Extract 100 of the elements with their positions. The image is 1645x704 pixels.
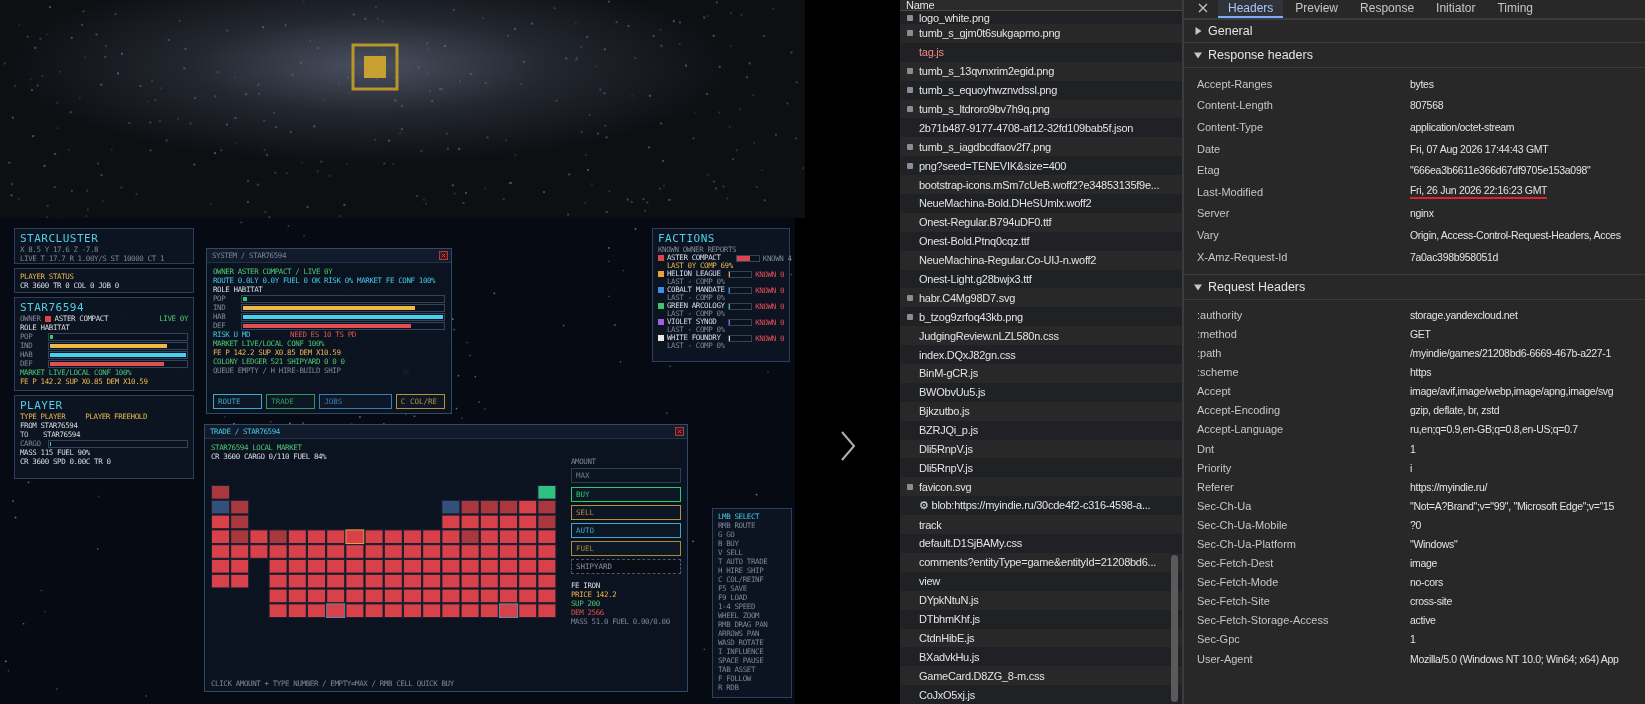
header-value: Origin, Access-Control-Request-Headers, Acces — [1410, 228, 1621, 241]
section-header[interactable]: General — [1208, 24, 1253, 38]
expanded-triangle-icon[interactable] — [1194, 283, 1202, 292]
header-name: Dnt — [1196, 442, 1216, 455]
request-name[interactable]: track — [919, 518, 942, 531]
close-icon[interactable] — [1198, 3, 1208, 13]
header-name: Referer — [1196, 480, 1235, 493]
request-name[interactable]: CtdnHibE.js — [919, 631, 975, 644]
header-name: Etag — [1196, 164, 1221, 177]
header-value: 7a0ac398b958051d — [1410, 250, 1499, 263]
header-value: 1 — [1410, 442, 1416, 455]
header-name: :method — [1196, 328, 1238, 340]
header-name: Sec-Fetch-Storage-Access — [1196, 614, 1330, 627]
header-value: Fri, 26 Jun 2026 22:16:23 GMT — [1410, 184, 1548, 200]
tab[interactable]: Initiator — [1426, 0, 1486, 18]
header-name: Priority — [1196, 461, 1233, 474]
panel-title: STAR76594 — [20, 301, 86, 314]
request-name[interactable]: Dli5RnpV.js — [919, 461, 973, 474]
request-name[interactable]: logo_white.png — [919, 11, 990, 24]
header-value: active — [1410, 614, 1436, 627]
header-name: Sec-Ch-Ua-Platform — [1196, 538, 1298, 550]
column-header[interactable]: Name — [900, 0, 1182, 11]
header-name: Date — [1196, 142, 1222, 155]
request-name[interactable]: tag.js — [919, 46, 944, 59]
scrollbar-thumb[interactable] — [1171, 555, 1178, 702]
tab[interactable]: Preview — [1285, 0, 1349, 18]
header-name: Content-Type — [1196, 121, 1265, 133]
header-value: ?0 — [1410, 518, 1422, 531]
header-value: image — [1410, 557, 1438, 570]
section-header[interactable]: Response headers — [1208, 48, 1313, 62]
request-name[interactable]: ⚙ blob:https://myindie.ru/30cde4f2-c316-4598-a... — [919, 499, 1151, 513]
header-value: no-cors — [1410, 576, 1443, 589]
header-value: nginx — [1410, 207, 1434, 220]
request-name[interactable]: tumb_s_equoyhwznvdssl.png — [919, 84, 1058, 97]
header-name: Accept — [1196, 385, 1232, 398]
header-value: cross-site — [1410, 595, 1452, 608]
request-name[interactable]: Dli5RnpV.js — [919, 443, 973, 456]
header-value: 1 — [1410, 633, 1416, 646]
tab[interactable]: Headers — [1218, 0, 1284, 18]
header-name: Accept-Ranges — [1196, 77, 1274, 90]
request-name[interactable]: default.D1SjBAMy.css — [919, 537, 1022, 550]
header-value: 807568 — [1410, 99, 1444, 112]
header-value: i — [1410, 461, 1413, 474]
request-name[interactable]: favicon.svg — [919, 480, 972, 493]
header-name: Content-Length — [1196, 99, 1274, 112]
request-name[interactable]: 2b71b487-9177-4708-af12-32fd109bab5f.json — [919, 121, 1134, 134]
expanded-triangle-icon[interactable] — [1194, 51, 1202, 59]
request-name[interactable]: Onest-Bold.Ptnq0cqz.ttf — [919, 235, 1030, 248]
header-name: Server — [1196, 207, 1231, 220]
request-name[interactable]: CoJxO5xj.js — [919, 688, 975, 701]
header-name: X-Amz-Request-Id — [1196, 250, 1289, 263]
close-icon[interactable] — [439, 251, 448, 260]
header-value: Fri, 07 Aug 2026 17:44:43 GMT — [1410, 142, 1549, 155]
request-name[interactable]: BWObvUu5.js — [919, 386, 986, 399]
request-name[interactable]: Onest-Light.g28bwjx3.ttf — [919, 273, 1032, 285]
request-name[interactable]: DTbhmKhf.js — [919, 613, 980, 626]
header-name: Last-Modified — [1196, 185, 1265, 198]
header-value: image/avif,image/webp,image/apng,image/svg — [1410, 385, 1614, 398]
header-value: /myindie/games/21208bd6-6669-467b-a227-1 — [1410, 347, 1612, 360]
header-name: Sec-Fetch-Dest — [1196, 557, 1275, 570]
close-icon[interactable] — [675, 427, 684, 436]
header-name: Accept-Language — [1196, 423, 1285, 436]
header-name: Sec-Gpc — [1196, 633, 1241, 646]
request-name[interactable]: png?seed=TENEVIK&size=400 — [919, 159, 1067, 172]
header-value: "Not=A?Brand";v="99", "Microsoft Edge";v="15 — [1410, 499, 1615, 512]
header-value: ru,en;q=0.9,en-GB;q=0.8,en-US;q=0.7 — [1410, 423, 1578, 436]
request-name[interactable]: index.DQxJ82gn.css — [919, 348, 1016, 361]
panel-title: FACTIONS — [658, 232, 716, 245]
request-name[interactable]: NeueMachina-Bold.DHeSUmlx.woff2 — [919, 197, 1092, 210]
request-name[interactable]: view — [919, 575, 940, 588]
tab[interactable]: Timing — [1487, 0, 1543, 18]
element-grid-drawing[interactable] — [211, 485, 557, 619]
header-value: GET — [1410, 328, 1431, 340]
header-value: https — [1410, 366, 1432, 379]
header-name: Sec-Fetch-Site — [1196, 595, 1271, 608]
header-value: application/octet-stream — [1410, 121, 1515, 133]
header-value: storage.yandexcloud.net — [1410, 308, 1518, 321]
collapsed-triangle-icon[interactable] — [1194, 27, 1202, 35]
request-name[interactable]: Bjkzutbo.js — [919, 405, 970, 418]
header-value: gzip, deflate, br, zstd — [1410, 404, 1500, 417]
header-name: :path — [1196, 347, 1223, 360]
header-name: :scheme — [1196, 366, 1240, 379]
panel-title: PLAYER — [20, 399, 64, 412]
header-value: Mozilla/5.0 (Windows NT 10.0; Win64; x64) App — [1410, 652, 1619, 665]
header-name: Sec-Fetch-Mode — [1196, 576, 1280, 589]
section-header[interactable]: Request Headers — [1208, 280, 1306, 295]
header-name: Vary — [1196, 228, 1220, 241]
header-name: User-Agent — [1196, 652, 1254, 665]
panel-title: STARCLUSTER — [20, 232, 100, 245]
header-name: Sec-Ch-Ua — [1196, 499, 1253, 512]
request-name[interactable]: BZRJQi_p.js — [919, 424, 978, 437]
request-name[interactable]: BXadvkHu.js — [919, 650, 980, 663]
tab[interactable]: Response — [1350, 0, 1425, 18]
request-name[interactable]: BinM-gCR.js — [919, 367, 978, 380]
header-value: "Windows" — [1410, 538, 1458, 550]
header-value: "666ea3b6611e366d67df9705e153a098" — [1410, 164, 1591, 177]
request-name[interactable]: b_tzog9zrfoq43kb.png — [919, 310, 1023, 323]
request-name[interactable]: DYpkNtuN.js — [919, 594, 979, 607]
header-value: bytes — [1410, 77, 1434, 90]
header-name: Accept-Encoding — [1196, 404, 1282, 417]
